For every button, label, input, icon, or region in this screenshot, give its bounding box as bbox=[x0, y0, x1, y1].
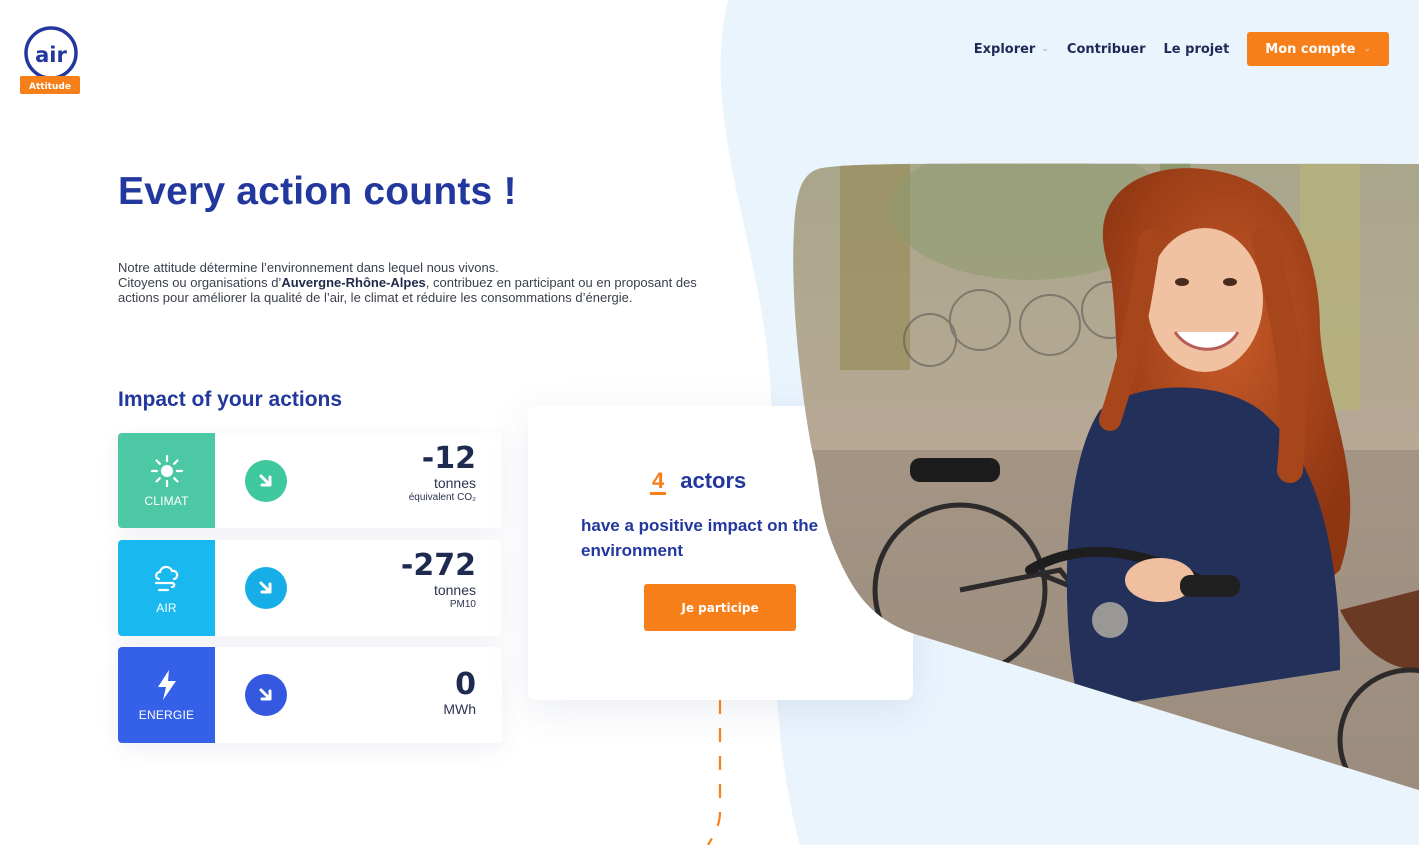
hero-desc-line1: Notre attitude détermine l’environnement… bbox=[118, 260, 499, 275]
metric-unit: tonnes bbox=[433, 475, 476, 491]
metric-air: -272 tonnes PM10 bbox=[401, 550, 476, 612]
category-energie: ENERGIE bbox=[118, 647, 215, 743]
metric-sub: PM10 bbox=[449, 599, 476, 610]
category-label: AIR bbox=[156, 601, 177, 615]
metric-value: 0 bbox=[455, 667, 476, 702]
account-button[interactable]: Mon compte ⌄ bbox=[1247, 32, 1389, 66]
trend-down-icon bbox=[245, 674, 287, 716]
metric-unit: tonnes bbox=[433, 582, 476, 598]
metric-climat: -12 tonnes équivalent CO₂ bbox=[409, 443, 476, 505]
participate-button[interactable]: Je participe bbox=[644, 584, 796, 631]
main-nav: Explorer ⌄ Contribuer Le projet Mon comp… bbox=[974, 32, 1389, 66]
metric-value: -12 bbox=[421, 441, 476, 476]
metric-unit: MWh bbox=[443, 701, 476, 717]
chevron-down-icon: ⌄ bbox=[1363, 44, 1371, 54]
impact-list: CLIMAT -12 tonnes équivalent CO₂ AIR -27… bbox=[118, 433, 502, 755]
impact-card-climat: CLIMAT -12 tonnes équivalent CO₂ bbox=[118, 433, 502, 528]
nav-explorer[interactable]: Explorer ⌄ bbox=[974, 42, 1049, 57]
lightning-icon bbox=[157, 670, 176, 700]
impact-title: Impact of your actions bbox=[118, 388, 343, 411]
dashed-connector bbox=[707, 700, 722, 845]
category-label: ENERGIE bbox=[138, 708, 195, 722]
impact-card-air: AIR -272 tonnes PM10 bbox=[118, 540, 502, 636]
nav-le-projet[interactable]: Le projet bbox=[1164, 42, 1230, 57]
page: air Attitude Explorer ⌄ Contribuer Le pr… bbox=[0, 0, 1419, 845]
hero-description: Notre attitude détermine l’environnement… bbox=[118, 260, 718, 305]
hero-desc-before-region: Citoyens ou organisations d’ bbox=[118, 275, 282, 290]
nav-contribuer-label: Contribuer bbox=[1066, 41, 1146, 57]
metric-value: -272 bbox=[400, 548, 476, 583]
sun-icon bbox=[150, 454, 183, 487]
actors-count: 4 bbox=[650, 468, 667, 495]
svg-text:air: air bbox=[35, 43, 67, 67]
logo[interactable]: air Attitude bbox=[20, 26, 82, 96]
chevron-down-icon: ⌄ bbox=[1041, 44, 1049, 54]
trend-down-icon bbox=[245, 567, 287, 609]
nav-contribuer[interactable]: Contribuer bbox=[1067, 42, 1146, 57]
actors-label: actors bbox=[680, 468, 747, 493]
hero-region: Auvergne-Rhône-Alpes bbox=[281, 275, 426, 290]
actors-headline: 4 actors bbox=[650, 468, 746, 495]
nav-explorer-label: Explorer bbox=[973, 41, 1036, 57]
metric-energie: 0 MWh bbox=[443, 667, 476, 718]
impact-card-energie: ENERGIE 0 MWh bbox=[118, 647, 502, 743]
account-button-label: Mon compte bbox=[1265, 41, 1356, 57]
svg-text:Attitude: Attitude bbox=[29, 82, 71, 92]
hero-photo bbox=[793, 163, 1419, 791]
nav-le-projet-label: Le projet bbox=[1163, 41, 1230, 57]
category-climat: CLIMAT bbox=[118, 433, 215, 528]
metric-sub: équivalent CO₂ bbox=[408, 492, 476, 503]
category-air: AIR bbox=[118, 540, 215, 636]
wind-cloud-icon bbox=[154, 565, 178, 592]
trend-down-icon bbox=[245, 459, 287, 502]
category-label: CLIMAT bbox=[144, 493, 189, 508]
page-title: Every action counts ! bbox=[118, 170, 517, 213]
